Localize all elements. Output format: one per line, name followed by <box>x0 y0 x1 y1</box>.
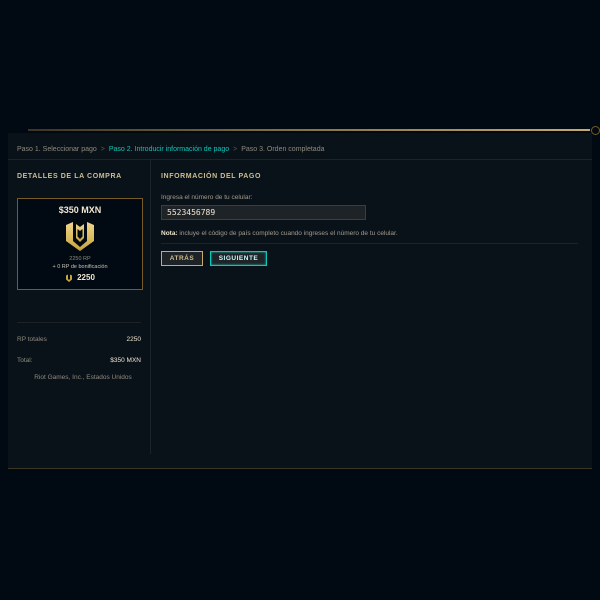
note-text: incluye el código de país completo cuand… <box>177 230 398 237</box>
card-bonus: + 0 RP de bonificación <box>52 264 108 270</box>
product-card: $350 MXN 2250 RP + 0 RP de bonificación <box>17 198 143 290</box>
breadcrumb-step-2: Paso 2. Introducir información de pago <box>108 145 230 153</box>
header-gold-line <box>28 129 590 131</box>
summary-value: $350 MXN <box>110 356 141 364</box>
chevron-right-icon: > <box>233 145 238 153</box>
section-divider <box>161 243 578 244</box>
corner-ornament-icon <box>591 126 600 135</box>
breadcrumb-step-1[interactable]: Paso 1. Seleccionar pago <box>17 146 97 153</box>
card-total-value: 2250 <box>77 273 95 282</box>
card-rp-amount: 2250 RP <box>69 256 91 262</box>
phone-number-input[interactable] <box>161 205 366 220</box>
back-button[interactable]: ATRÁS <box>161 251 203 266</box>
note-bold: Nota: <box>161 230 178 237</box>
summary-total-rp: RP totales 2250 <box>17 333 141 345</box>
payment-info-section: INFORMACIÓN DEL PAGO Ingresa el número d… <box>151 160 592 454</box>
breadcrumb-step-3: Paso 3. Orden completada <box>241 145 325 153</box>
rp-coin-icon <box>66 274 73 282</box>
summary-label: Total: <box>17 356 33 364</box>
next-button[interactable]: SIGUIENTE <box>210 251 267 266</box>
purchase-details-sidebar: DETALLES DE LA COMPRA $350 MXN 2250 RP +… <box>8 160 151 454</box>
rp-emblem-icon <box>66 222 94 251</box>
summary-total-price: Total: $350 MXN <box>17 354 141 366</box>
breadcrumb: Paso 1. Seleccionar pago > Paso 2. Intro… <box>17 141 325 157</box>
checkout-panel: Paso 1. Seleccionar pago > Paso 2. Intro… <box>8 133 592 469</box>
summary-divider <box>17 322 141 323</box>
summary-label: RP totales <box>17 335 47 343</box>
sidebar-title: DETALLES DE LA COMPRA <box>17 173 122 180</box>
phone-note: Nota: incluye el código de país completo… <box>161 230 398 237</box>
summary-value: 2250 <box>126 335 141 343</box>
card-total-rp: 2250 <box>18 273 142 282</box>
chevron-right-icon: > <box>100 145 105 153</box>
section-title: INFORMACIÓN DEL PAGO <box>161 173 262 180</box>
phone-field-label: Ingresa el número de tu celular: <box>161 194 253 201</box>
card-price: $350 MXN <box>58 205 102 215</box>
merchant-name: Riot Games, Inc., Estados Unidos <box>34 374 132 381</box>
